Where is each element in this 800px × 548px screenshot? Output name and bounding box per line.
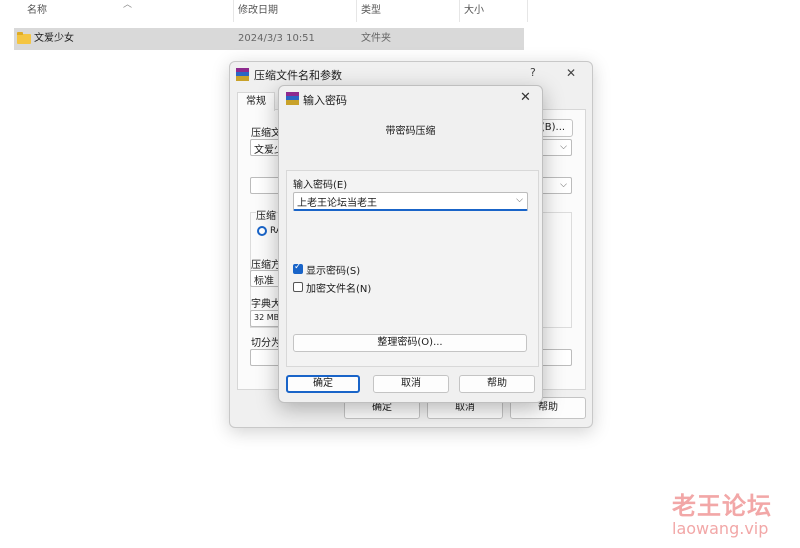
column-separator[interactable] (356, 0, 357, 22)
chevron-down-icon: ⌵ (560, 142, 567, 152)
method-value: 标准 (254, 276, 274, 287)
close-icon[interactable]: ✕ (566, 66, 576, 80)
column-separator[interactable] (527, 0, 528, 22)
dialog-title: 压缩文件名和参数 (254, 69, 342, 82)
tab-general[interactable]: 常规 (237, 92, 275, 111)
ok-button[interactable]: 确定 (286, 375, 360, 393)
sort-up-icon: ︿ (123, 0, 133, 10)
chevron-down-icon: ⌵ (516, 195, 523, 205)
format-group-label: 压缩 (256, 207, 276, 222)
dialog-title: 输入密码 (303, 94, 347, 107)
encrypt-filenames-label: 加密文件名(N) (306, 284, 372, 295)
column-separator[interactable] (233, 0, 234, 22)
split-label: 切分为 (251, 338, 281, 349)
watermark-title: 老王论坛 (672, 492, 772, 520)
dictionary-value: 32 MB (254, 313, 280, 322)
dialog-heading: 带密码压缩 (385, 126, 436, 137)
cancel-button[interactable]: 取消 (373, 375, 449, 393)
organize-passwords-button[interactable]: 整理密码(O)... (293, 334, 527, 352)
folder-icon (17, 32, 31, 44)
password-label: 输入密码(E) (293, 180, 348, 191)
column-separator[interactable] (459, 0, 460, 22)
file-row[interactable]: 文爱少女 2024/3/3 10:51 文件夹 (14, 28, 524, 50)
chevron-down-icon: ⌵ (560, 180, 567, 190)
password-dialog: 输入密码 ✕ 带密码压缩 输入密码(E) 上老王论坛当老王 ⌵ 显示密码(S) … (278, 85, 543, 403)
file-type: 文件夹 (361, 33, 391, 44)
password-input[interactable]: 上老王论坛当老王 ⌵ (293, 192, 528, 211)
help-button[interactable]: 帮助 (459, 375, 535, 393)
column-header-modified[interactable]: 修改日期 (238, 0, 278, 22)
watermark-url: laowang.vip (672, 519, 769, 538)
encrypt-filenames-checkbox[interactable] (293, 282, 303, 292)
password-value: 上老王论坛当老王 (297, 198, 377, 209)
show-password-checkbox[interactable] (293, 262, 303, 274)
method-label: 压缩方 (251, 260, 281, 271)
file-name: 文爱少女 (34, 33, 74, 44)
dictionary-label: 字典大 (251, 299, 281, 310)
column-header-type[interactable]: 类型 (361, 0, 381, 22)
help-icon[interactable]: ? (530, 66, 536, 79)
winrar-icon (236, 68, 249, 81)
column-header-size[interactable]: 大小 (464, 0, 484, 22)
format-rar-radio[interactable] (257, 226, 267, 236)
column-header-name[interactable]: 名称 (27, 0, 47, 22)
file-modified: 2024/3/3 10:51 (238, 33, 315, 44)
winrar-icon (286, 92, 299, 105)
close-icon[interactable]: ✕ (520, 90, 531, 105)
show-password-label: 显示密码(S) (306, 266, 361, 277)
archive-name-label: 压缩文 (251, 128, 281, 139)
